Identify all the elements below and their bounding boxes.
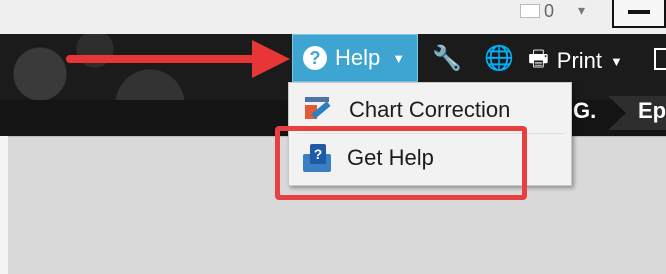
annotation-arrow-head (252, 40, 290, 78)
notification-count: 0 (544, 0, 555, 21)
wrench-icon[interactable]: 🔧 (432, 44, 462, 73)
chevron-down-icon: ▼ (610, 53, 623, 69)
help-button-label: Help (335, 45, 381, 70)
toolbar-item-cutoff[interactable] (654, 48, 666, 70)
content-left-edge (0, 136, 8, 274)
app-window: 0 ▾ ? Help ▼ 🔧 🌐 🖶 Print ▼ G. Ep Chart C… (0, 0, 666, 274)
chart-edit-icon (303, 95, 333, 125)
breadcrumb-segment-active[interactable]: Ep (638, 98, 666, 124)
globe-icon[interactable]: 🌐 (484, 44, 514, 73)
annotation-arrow (66, 55, 276, 63)
breadcrumb-segment[interactable]: G. (573, 98, 596, 124)
notification-counter[interactable]: 0 (520, 0, 554, 22)
help-menu-button[interactable]: ? Help ▼ (292, 34, 418, 82)
minimize-icon (628, 10, 650, 14)
printer-icon: 🖶 (528, 46, 549, 71)
chevron-down-icon[interactable]: ▾ (578, 2, 585, 19)
print-button-label: Print (556, 48, 603, 73)
window-control[interactable] (612, 0, 666, 28)
print-button[interactable]: 🖶 Print ▼ (528, 42, 623, 80)
menu-item-label: Chart Correction (349, 97, 511, 122)
chevron-down-icon: ▼ (392, 50, 406, 66)
top-strip: 0 ▾ (0, 0, 666, 34)
question-circle-icon: ? (303, 46, 327, 70)
envelope-icon (520, 4, 540, 18)
annotation-highlight-box (275, 126, 527, 200)
